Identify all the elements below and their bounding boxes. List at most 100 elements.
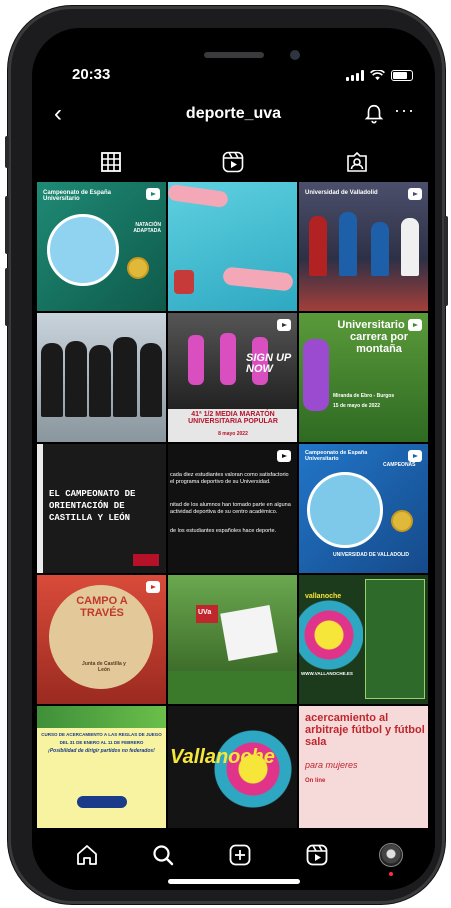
phone-frame: 20:33 ‹ deporte_uva ··· Campeonato de Es… xyxy=(5,6,448,904)
post-thumbnail[interactable]: Universitario de carrera por montaña Mir… xyxy=(299,313,428,442)
status-bar: 20:33 xyxy=(32,66,435,90)
post-title: cada diez estudiantes valoran como satis… xyxy=(170,472,289,485)
nav-search[interactable] xyxy=(150,842,176,868)
post-subtitle: nitad de los alumnos han tomado parte en… xyxy=(170,502,291,515)
post-border xyxy=(37,444,43,573)
logo xyxy=(174,270,194,294)
signal-icon xyxy=(346,70,364,81)
logo xyxy=(133,554,159,566)
post-date: 15 de mayo de 2022 xyxy=(333,403,380,409)
person-shape xyxy=(309,216,327,276)
status-icons xyxy=(346,70,413,81)
status-time: 20:33 xyxy=(72,66,111,83)
info-button-shape xyxy=(77,796,127,808)
post-thumbnail[interactable]: cada diez estudiantes valoran como satis… xyxy=(168,444,297,573)
runner-shape xyxy=(220,333,236,385)
more-options-icon[interactable]: ··· xyxy=(394,100,415,121)
person-shape xyxy=(41,343,63,417)
nav-profile[interactable] xyxy=(378,842,404,876)
reel-indicator-icon xyxy=(408,188,422,200)
bell-icon[interactable] xyxy=(363,103,385,125)
post-subtitle: Miranda de Ebro - Burgos xyxy=(333,393,395,399)
post-title: Universidad de Valladolid xyxy=(305,190,378,196)
content-tabs xyxy=(32,148,435,182)
post-title: CURSO DE ACERCAMIENTO A LAS REGLAS DE JU… xyxy=(41,732,162,737)
post-title: UVa xyxy=(198,609,212,616)
plus-square-icon xyxy=(229,844,251,866)
post-thumbnail[interactable] xyxy=(37,313,166,442)
post-caption: de los estudiantes españoles hace deport… xyxy=(170,528,277,534)
tab-grid[interactable] xyxy=(96,148,126,176)
post-thumbnail[interactable]: EL CAMPEONATO DE ORIENTACIÓN DE CASTILLA… xyxy=(37,444,166,573)
person-shape xyxy=(371,222,389,276)
search-icon xyxy=(153,845,174,866)
post-thumbnail[interactable]: UVa xyxy=(168,575,297,704)
reel-indicator-icon xyxy=(277,450,291,462)
avatar xyxy=(379,843,403,867)
post-caption: On line xyxy=(305,778,326,784)
banner-photo xyxy=(37,706,166,728)
post-thumbnail[interactable]: Campeonato de España Universitario CAMPE… xyxy=(299,444,428,573)
post-subtitle: Junta de Castilla y León xyxy=(82,661,126,673)
power-button xyxy=(444,216,448,306)
bottom-nav xyxy=(32,828,435,890)
post-subtitle: DEL 31 DE ENERO AL 11 DE FEBRERO xyxy=(59,740,144,745)
post-thumbnail[interactable] xyxy=(168,182,297,311)
volume-up-button xyxy=(5,196,9,254)
post-title: EL CAMPEONATO DE ORIENTACIÓN DE CASTILLA… xyxy=(49,489,136,523)
medal-icon xyxy=(127,257,149,279)
tagged-icon xyxy=(347,151,367,172)
post-thumbnail[interactable]: Vallanoche xyxy=(168,706,297,835)
post-thumbnail[interactable]: acercamiento al arbitraje fútbol y fútbo… xyxy=(299,706,428,835)
posts-grid: Campeonato de España Universitario NATAC… xyxy=(37,182,429,835)
post-title: Campeonato de España Universitario xyxy=(43,190,112,202)
ground-shape xyxy=(168,671,297,704)
sunglasses-shape xyxy=(168,183,229,209)
sunglasses-shape xyxy=(222,266,294,292)
home-icon xyxy=(77,845,97,865)
front-camera xyxy=(290,50,300,60)
post-photo xyxy=(47,214,119,286)
post-thumbnail[interactable]: Universidad de Valladolid xyxy=(299,182,428,311)
reel-indicator-icon xyxy=(146,188,160,200)
nav-create[interactable] xyxy=(227,842,253,868)
schedule-panel xyxy=(365,579,425,699)
post-subtitle: WWW.VALLANOCHE.ES xyxy=(301,671,353,676)
post-thumbnail[interactable]: Campeonato de España Universitario NATAC… xyxy=(37,182,166,311)
post-date: 8 mayo 2022 xyxy=(218,431,248,437)
post-photo xyxy=(307,472,383,548)
tab-tagged[interactable] xyxy=(342,148,372,176)
post-title: CAMPO A TRAVÉS xyxy=(76,595,128,619)
tab-reels[interactable] xyxy=(218,148,248,176)
notification-dot xyxy=(389,872,393,876)
post-title: SIGN UP NOW xyxy=(246,352,291,375)
medal-icon xyxy=(391,510,413,532)
vallanoche-logo xyxy=(208,724,297,814)
reel-indicator-icon xyxy=(277,319,291,331)
post-caption: UNIVERSIDAD DE VALLADOLID xyxy=(333,552,410,558)
screen: 20:33 ‹ deporte_uva ··· Campeonato de Es… xyxy=(32,28,435,890)
post-thumbnail[interactable]: vallanoche WWW.VALLANOCHE.ES xyxy=(299,575,428,704)
grid-icon xyxy=(101,152,121,172)
person-shape xyxy=(65,341,87,417)
nav-home[interactable] xyxy=(74,842,100,868)
home-indicator xyxy=(168,879,300,884)
volume-down-button xyxy=(5,268,9,326)
nav-reels[interactable] xyxy=(304,842,330,868)
person-shape xyxy=(140,343,162,417)
post-subtitle: para mujeres xyxy=(305,760,358,770)
post-thumbnail[interactable]: CURSO DE ACERCAMIENTO A LAS REGLAS DE JU… xyxy=(37,706,166,835)
person-shape xyxy=(89,345,111,417)
mute-switch xyxy=(5,136,9,168)
reel-indicator-icon xyxy=(408,319,422,331)
post-title: acercamiento al arbitraje fútbol y fútbo… xyxy=(305,712,425,748)
sign-shape xyxy=(220,605,278,661)
post-subtitle: 41ª 1/2 MEDIA MARATÓN UNIVERSITARIA POPU… xyxy=(188,411,278,425)
reel-indicator-icon xyxy=(146,581,160,593)
reel-indicator-icon xyxy=(408,450,422,462)
runner-shape xyxy=(188,335,204,385)
post-thumbnail[interactable]: SIGN UP NOW 41ª 1/2 MEDIA MARATÓN UNIVER… xyxy=(168,313,297,442)
battery-icon xyxy=(391,70,413,81)
post-subtitle: NATACIÓN ADAPTADA xyxy=(133,222,161,234)
post-thumbnail[interactable]: CAMPO A TRAVÉS Junta de Castilla y León xyxy=(37,575,166,704)
